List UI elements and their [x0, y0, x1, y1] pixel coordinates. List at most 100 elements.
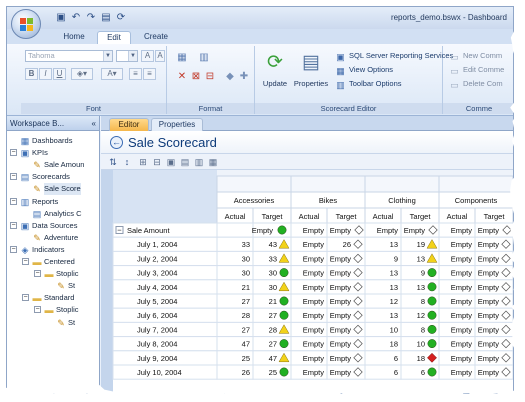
blank-header-cell — [438, 175, 513, 193]
italic-button[interactable]: I — [39, 68, 52, 80]
clear-format-icon[interactable]: ✕ — [175, 70, 189, 83]
target-value: 21 — [269, 297, 277, 306]
delete-comment-button[interactable]: ▭ Delete Com — [449, 77, 502, 90]
tree-item[interactable]: − ▥ Reports — [7, 196, 100, 208]
delete-comment-icon: ▭ — [450, 80, 459, 90]
tree-item[interactable]: − ▣ Data Sources — [7, 220, 100, 232]
row-label: July 9, 2004 — [137, 354, 177, 363]
delete-row-icon[interactable]: ⊠ — [189, 70, 203, 83]
font-group-label: Font — [21, 103, 166, 114]
toolbar-options-button[interactable]: ▥ Toolbar Options — [335, 77, 401, 90]
tree-item[interactable]: − ▬ Stoplic — [7, 268, 100, 280]
update-button[interactable]: ⟳ Update — [259, 48, 291, 100]
tree-item-label: Sale Amoun — [44, 160, 85, 170]
tree-toggle-icon[interactable]: − — [22, 258, 29, 265]
target-value: 28 — [269, 325, 277, 334]
scorecard-editor-group: ⟳ Update ▤ Properties ▣ SQL Server Report… — [255, 46, 453, 114]
delete-column-icon[interactable]: ⊟ — [203, 70, 217, 83]
font-size-combo[interactable]: ▼ — [116, 50, 138, 62]
office-button[interactable] — [11, 9, 41, 39]
view-options-button[interactable]: ▦ View Options — [335, 63, 393, 76]
publish-icon[interactable]: ▤ — [100, 12, 112, 24]
align-center-button[interactable]: ≡ — [143, 68, 156, 80]
tree-item[interactable]: ▦ Dashboards — [7, 135, 100, 147]
font-name-combo[interactable]: Tahoma ▼ — [25, 50, 113, 62]
tree-item[interactable]: ✎ St — [7, 317, 100, 329]
refresh-icon[interactable]: ⟳ — [115, 12, 127, 24]
tree-toggle-icon[interactable]: − — [10, 245, 17, 253]
tree-toggle-icon[interactable]: − — [10, 197, 17, 205]
drill-up-icon[interactable]: ▣ — [165, 156, 177, 168]
ssrs-button[interactable]: ▣ SQL Server Reporting Services — [335, 49, 453, 62]
green-circle-indicator-icon — [427, 367, 437, 377]
edit-comment-button[interactable]: ▭ Edit Comme — [449, 63, 504, 76]
undo-icon[interactable]: ↶ — [70, 12, 82, 24]
move-right-icon[interactable]: ✚ — [237, 70, 251, 83]
save-icon[interactable]: ▣ — [55, 12, 67, 24]
actual-value: 47 — [242, 340, 250, 349]
kpi-label: Sale Amount — [127, 226, 170, 235]
bold-button[interactable]: B — [25, 68, 38, 80]
tree-toggle-icon[interactable]: − — [10, 173, 17, 181]
tab-edit[interactable]: Edit — [97, 31, 131, 44]
sort-icon[interactable]: ↕ — [121, 156, 133, 168]
back-arrow-icon[interactable]: ← — [110, 136, 123, 149]
tree-item-label: Stoplic — [56, 269, 79, 279]
tree-item-label: Indicators — [32, 244, 65, 254]
green-circle-indicator-icon — [427, 296, 437, 306]
tree-toggle-icon[interactable]: − — [34, 306, 41, 314]
tree-item[interactable]: − ▬ Stoplic — [7, 304, 100, 316]
fill-color-button[interactable]: ◈▾ — [71, 68, 93, 80]
workspace-browser: Workspace B... « ▦ Dashboards − ▣ KPIs ✎ Sale … — [7, 116, 100, 393]
target-value: 18 — [417, 354, 425, 363]
subcolumn-header: Actual — [447, 212, 468, 221]
kpi-folder-icon: ▣ — [20, 148, 30, 159]
align-left-button[interactable]: ≡ — [129, 68, 142, 80]
target-value: Empty — [478, 354, 500, 363]
tree-item[interactable]: ✎ Adventure — [7, 232, 100, 244]
tree-item[interactable]: − ▤ Scorecards — [7, 171, 100, 183]
move-left-icon[interactable]: ◆ — [223, 70, 237, 83]
tab-create[interactable]: Create — [137, 31, 175, 44]
underline-button[interactable]: U — [53, 68, 66, 80]
reports-folder-icon: ▥ — [20, 196, 30, 207]
tree-toggle-icon[interactable]: − — [10, 221, 17, 229]
export-icon[interactable]: ▦ — [207, 156, 219, 168]
tree-item[interactable]: − ▬ Centered — [7, 256, 100, 268]
properties-button[interactable]: ▤ Properties — [293, 48, 329, 100]
expand-icon[interactable]: ⊞ — [137, 156, 149, 168]
tree-item[interactable]: ✎ St — [7, 280, 100, 292]
tree-item[interactable]: − ◈ Indicators — [7, 244, 100, 256]
tree-toggle-icon[interactable]: − — [34, 270, 41, 278]
tree-item[interactable]: ✎ Sale Score — [7, 183, 100, 196]
tree-item[interactable]: ▤ Analytics C — [7, 208, 100, 220]
tree-item-label: Sale Score — [44, 183, 81, 196]
redo-icon[interactable]: ↷ — [85, 12, 97, 24]
font-color-button[interactable]: A▾ — [101, 68, 123, 80]
tab-editor[interactable]: Editor — [109, 118, 149, 131]
tree-item[interactable]: ✎ Sale Amoun — [7, 159, 100, 171]
new-comment-button[interactable]: ▭ New Comm — [449, 49, 502, 62]
tab-properties[interactable]: Properties — [151, 118, 203, 131]
filter-icon[interactable]: ⇅ — [107, 156, 119, 168]
collapse-icon[interactable]: ⊟ — [151, 156, 163, 168]
category-header: Bikes — [319, 196, 338, 205]
tab-home[interactable]: Home — [57, 31, 91, 44]
tree-item[interactable]: − ▬ Standard — [7, 292, 100, 304]
indent-icon[interactable]: ▦ — [175, 51, 189, 64]
outdent-icon[interactable]: ▥ — [197, 51, 211, 64]
show-details-icon[interactable]: ▥ — [193, 156, 205, 168]
indicators-folder-icon: ◈ — [21, 244, 29, 255]
target-value: 9 — [421, 269, 425, 278]
shrink-font-button[interactable]: A — [155, 50, 165, 62]
drill-down-icon[interactable]: ▤ — [179, 156, 191, 168]
tree-item[interactable]: − ▣ KPIs — [7, 147, 100, 159]
actual-value: 30 — [242, 254, 250, 263]
tree-toggle-icon[interactable]: − — [22, 294, 29, 302]
grow-font-button[interactable]: A — [141, 50, 154, 62]
tree-toggle-icon[interactable]: − — [10, 149, 17, 157]
subcolumn-header: Actual — [373, 212, 394, 221]
collapse-pane-icon[interactable]: « — [92, 116, 96, 131]
actual-value: 27 — [242, 297, 250, 306]
green-circle-indicator-icon — [279, 296, 289, 306]
